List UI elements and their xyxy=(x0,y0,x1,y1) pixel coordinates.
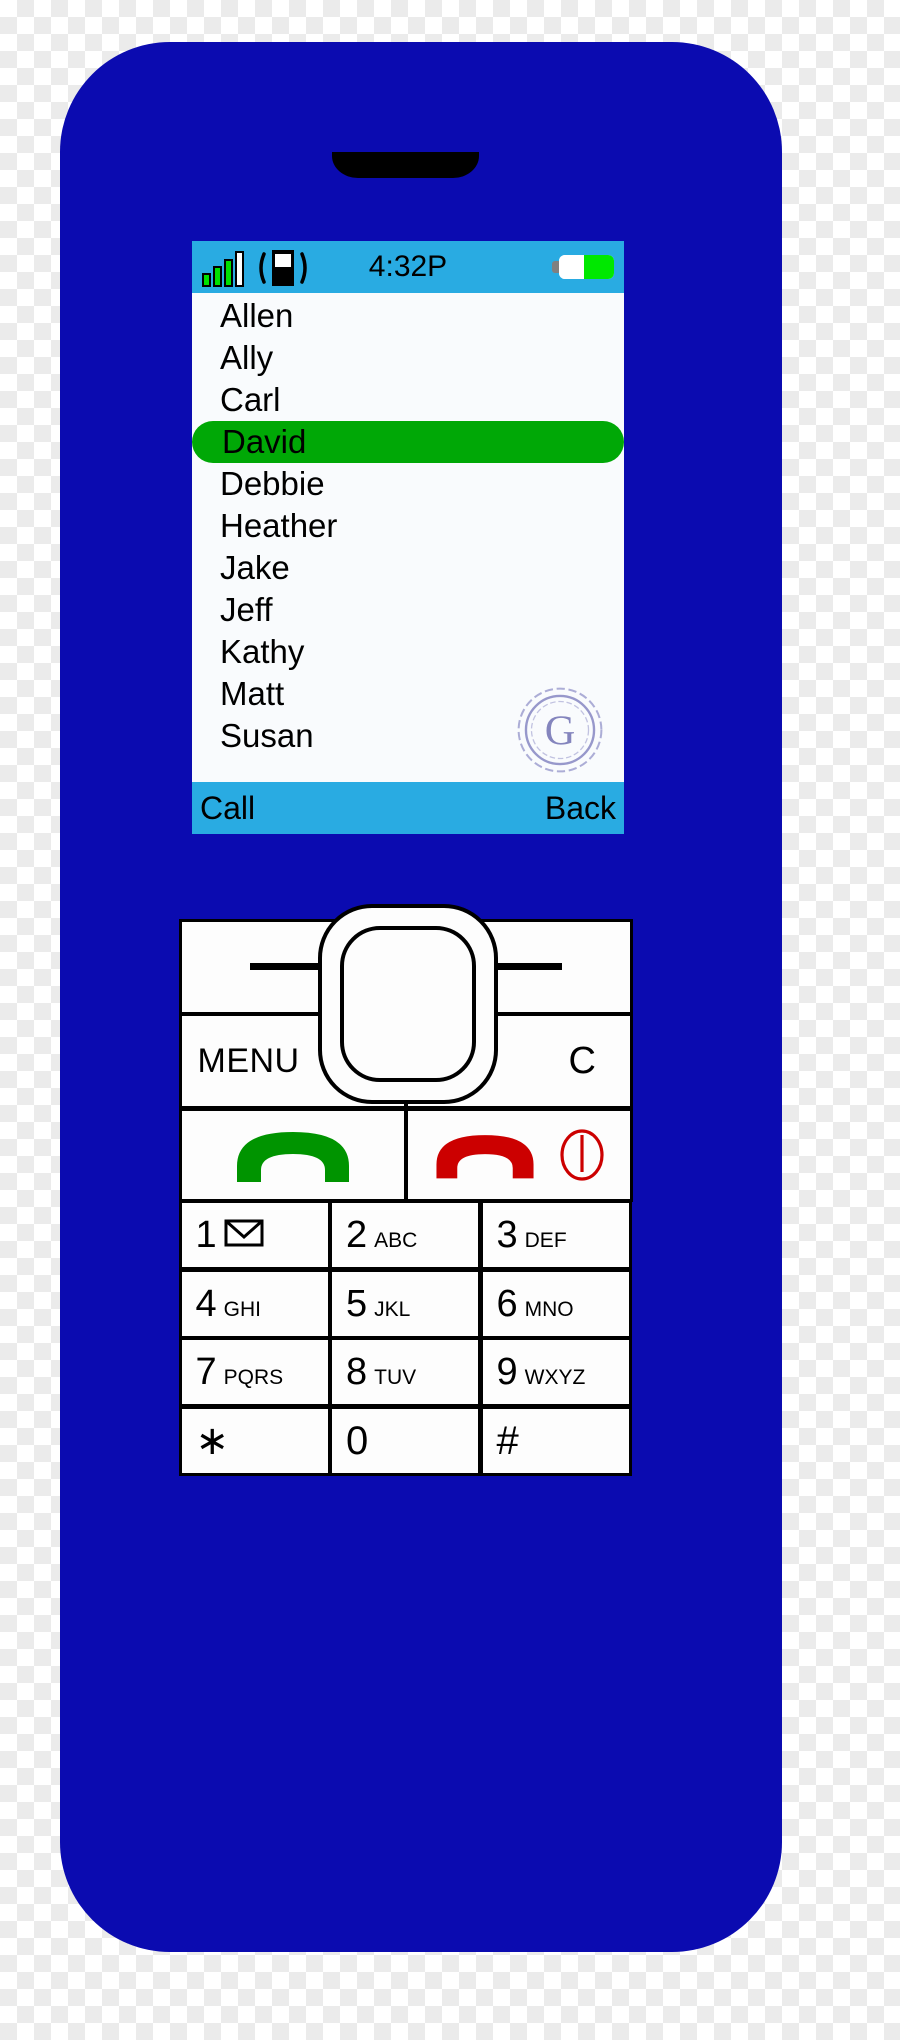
key-digit: 2 xyxy=(346,1214,368,1256)
phone-screen: 4:32P Allen Ally Carl David Debbie Heath… xyxy=(192,241,624,834)
key-letters: ABC xyxy=(374,1229,418,1252)
key-8[interactable]: 8 TUV xyxy=(329,1337,481,1407)
key-6[interactable]: 6 MNO xyxy=(479,1268,632,1339)
softkey-bar: Call Back xyxy=(192,782,624,834)
status-bar: 4:32P xyxy=(192,241,624,293)
key-digit: 3 xyxy=(496,1214,518,1256)
battery-icon xyxy=(552,255,614,279)
key-letters: WXYZ xyxy=(524,1366,586,1389)
keypad-row-3: 7 PQRS 8 TUV 9 WXYZ xyxy=(178,1337,636,1407)
key-digit: 7 xyxy=(195,1351,217,1393)
contact-list[interactable]: Allen Ally Carl David Debbie Heather Jak… xyxy=(192,293,624,782)
envelope-icon xyxy=(224,1219,264,1247)
call-button[interactable] xyxy=(178,1107,407,1202)
keypad-row-1: 1 2 ABC 3 DEF xyxy=(178,1200,636,1270)
list-item[interactable]: Carl xyxy=(192,379,624,421)
softkey-right-back[interactable]: Back xyxy=(545,782,616,834)
list-item[interactable]: Susan xyxy=(192,715,624,757)
key-digit: 5 xyxy=(346,1282,368,1325)
end-call-power-button[interactable] xyxy=(405,1107,633,1202)
key-digit: 1 xyxy=(195,1214,217,1256)
key-digit: # xyxy=(496,1418,519,1463)
phone-body: 4:32P Allen Ally Carl David Debbie Heath… xyxy=(60,42,782,1952)
key-letters: TUV xyxy=(374,1366,417,1389)
key-3[interactable]: 3 DEF xyxy=(479,1200,632,1270)
keypad-row-2: 4 GHI 5 JKL 6 MNO xyxy=(178,1268,636,1339)
list-item[interactable]: Kathy xyxy=(192,631,624,673)
key-5[interactable]: 5 JKL xyxy=(329,1268,481,1339)
key-digit: 9 xyxy=(496,1351,518,1393)
list-item-selected[interactable]: David xyxy=(192,421,624,463)
keypad-row-4: ∗ 0 # xyxy=(178,1405,636,1476)
menu-button-label: MENU xyxy=(197,1041,300,1080)
list-item[interactable]: Matt xyxy=(192,673,624,715)
list-item[interactable]: Heather xyxy=(192,505,624,547)
green-handset-icon xyxy=(236,1131,349,1182)
key-digit: 6 xyxy=(496,1282,518,1325)
key-hash[interactable]: # xyxy=(479,1405,632,1476)
softkey-left-call[interactable]: Call xyxy=(200,782,255,834)
key-digit: 8 xyxy=(346,1351,368,1393)
call-control-row xyxy=(178,1107,636,1202)
list-item[interactable]: Allen xyxy=(192,295,624,337)
list-item[interactable]: Jeff xyxy=(192,589,624,631)
key-2[interactable]: 2 ABC xyxy=(329,1200,481,1270)
key-0[interactable]: 0 xyxy=(329,1405,481,1476)
red-handset-icon xyxy=(436,1134,534,1178)
key-4[interactable]: 4 GHI xyxy=(178,1268,331,1339)
list-item[interactable]: Jake xyxy=(192,547,624,589)
key-letters: GHI xyxy=(223,1297,261,1321)
key-digit: 0 xyxy=(346,1418,369,1463)
key-letters: MNO xyxy=(524,1297,574,1321)
key-9[interactable]: 9 WXYZ xyxy=(479,1337,632,1407)
key-letters: DEF xyxy=(524,1229,567,1252)
key-letters: JKL xyxy=(374,1297,411,1321)
key-letters: PQRS xyxy=(223,1366,284,1389)
earpiece-speaker xyxy=(332,152,479,178)
list-item[interactable]: Ally xyxy=(192,337,624,379)
list-item[interactable]: Debbie xyxy=(192,463,624,505)
key-7[interactable]: 7 PQRS xyxy=(178,1337,331,1407)
key-star[interactable]: ∗ xyxy=(178,1405,331,1476)
clear-button-label: C xyxy=(568,1039,596,1082)
key-digit: ∗ xyxy=(195,1418,230,1463)
key-1[interactable]: 1 xyxy=(178,1200,331,1270)
dpad-navigation-key[interactable] xyxy=(318,904,498,1104)
key-digit: 4 xyxy=(195,1282,217,1325)
power-icon xyxy=(560,1128,604,1181)
